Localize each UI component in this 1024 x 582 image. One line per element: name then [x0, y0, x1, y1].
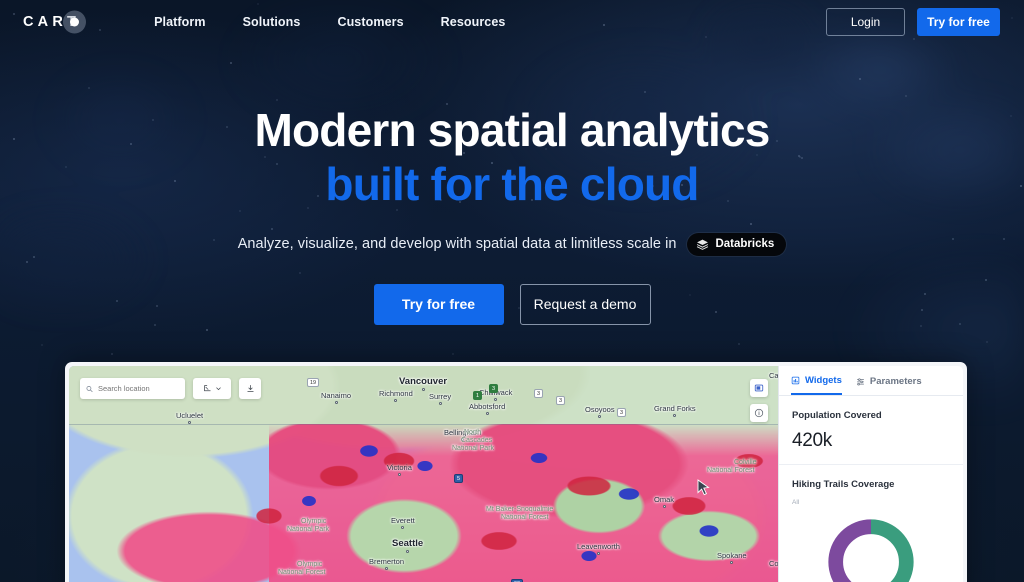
hero-subtitle-row: Analyze, visualize, and develop with spa…: [0, 233, 1024, 256]
map-toolbar: [80, 378, 261, 399]
hero-headline-line1: Modern spatial analytics: [254, 104, 769, 156]
nav-link-solutions[interactable]: Solutions: [243, 15, 301, 29]
polygon-select-icon: [203, 384, 212, 393]
search-input[interactable]: [98, 384, 179, 393]
tab-widgets[interactable]: Widgets: [791, 375, 842, 395]
sliders-icon: [856, 377, 865, 386]
nav-link-resources[interactable]: Resources: [441, 15, 506, 29]
basemap-toggle-button[interactable]: [750, 379, 768, 397]
highway-shield: 1: [473, 391, 482, 400]
top-navigation-bar: CART Platform Solutions Customers Resour…: [0, 0, 1024, 44]
hero-request-demo-button[interactable]: Request a demo: [520, 284, 651, 325]
map-controls: [750, 379, 768, 422]
carto-circle-logo-icon: [63, 11, 86, 34]
widget-title: Hiking Trails Coverage: [792, 479, 950, 490]
widget-hiking-trails-coverage: Hiking Trails Coverage All: [779, 465, 963, 582]
product-screenshot-card: VancouverNanaimoRichmondSurreyChilliwack…: [65, 362, 967, 582]
hiking-trails-donut-chart[interactable]: [822, 513, 920, 582]
highway-shield: 3: [489, 384, 498, 393]
highway-shield: 3: [534, 389, 543, 398]
databricks-badge[interactable]: Databricks: [687, 233, 786, 256]
draw-polygon-tool-button[interactable]: [193, 378, 231, 399]
tab-parameters-label: Parameters: [870, 376, 922, 387]
hero-subtitle: Analyze, visualize, and develop with spa…: [238, 236, 677, 252]
donut-segment[interactable]: [871, 527, 906, 582]
nav-try-for-free-button[interactable]: Try for free: [917, 8, 1000, 36]
widgets-icon: [791, 376, 800, 385]
chevron-down-icon: [215, 385, 222, 392]
panel-tabs: Widgets Parameters: [779, 366, 963, 396]
nav-links: Platform Solutions Customers Resources: [154, 15, 505, 29]
hero-headline-line2: built for the cloud: [0, 159, 1024, 211]
databricks-badge-label: Databricks: [715, 238, 774, 250]
highway-shield: 3: [556, 396, 565, 405]
nav-link-platform[interactable]: Platform: [154, 15, 206, 29]
download-button[interactable]: [239, 378, 261, 399]
highway-shield: 3: [617, 408, 626, 417]
hero-try-for-free-button[interactable]: Try for free: [374, 284, 504, 325]
highway-shield: 19: [307, 378, 319, 387]
donut-chart-wrap: [792, 513, 950, 582]
login-button[interactable]: Login: [826, 8, 905, 36]
tab-widgets-label: Widgets: [805, 375, 842, 386]
widget-population-covered: Population Covered 420k: [779, 396, 963, 465]
info-icon: [754, 408, 764, 418]
nav-actions: Login Try for free: [826, 8, 1000, 36]
map-info-button[interactable]: [750, 404, 768, 422]
hero-cta-row: Try for free Request a demo: [0, 284, 1024, 325]
download-icon: [246, 384, 255, 393]
donut-segment[interactable]: [836, 527, 871, 582]
databricks-layers-icon: [696, 238, 709, 251]
widgets-panel: Widgets Parameters Population Covered 42…: [778, 366, 963, 582]
tab-parameters[interactable]: Parameters: [856, 375, 922, 395]
basemap-toggle-icon: [754, 383, 764, 393]
widget-title: Population Covered: [792, 410, 950, 421]
search-location-box[interactable]: [80, 378, 185, 399]
search-icon: [86, 385, 93, 393]
map-border-line: [69, 424, 778, 425]
nav-link-customers[interactable]: Customers: [337, 15, 403, 29]
hero-section: Modern spatial analytics built for the c…: [0, 0, 1024, 325]
widget-value: 420k: [792, 430, 950, 452]
app-window: VancouverNanaimoRichmondSurreyChilliwack…: [69, 366, 963, 582]
map-viewport[interactable]: VancouverNanaimoRichmondSurreyChilliwack…: [69, 366, 778, 582]
widget-filter-label: All: [792, 499, 950, 506]
carto-logo[interactable]: CART: [23, 14, 80, 30]
highway-shield: 5: [454, 474, 463, 483]
hero-headline: Modern spatial analytics built for the c…: [0, 105, 1024, 211]
